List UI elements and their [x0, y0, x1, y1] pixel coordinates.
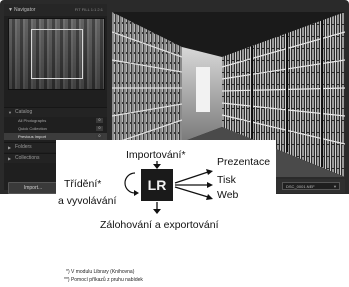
folders-title: Folders — [15, 144, 32, 150]
export-stage: Zálohování a exportování — [100, 219, 219, 231]
catalog-title: Catalog — [15, 109, 33, 115]
navigator-title: Navigator — [14, 7, 36, 13]
expand-triangle-icon[interactable]: ▶ — [8, 154, 11, 163]
catalog-item-count: 0 — [96, 118, 103, 123]
footnote-2: **) Pomocí příkazů z pruhu nabídek — [64, 277, 143, 283]
catalog-item-quick-collection[interactable]: Quick Collection 0 — [4, 125, 107, 132]
sort-stage-line2: a vyvolávání — [58, 195, 117, 207]
import-button[interactable]: Import... — [8, 182, 58, 194]
filename-value: DSC_0001.NEF — [286, 184, 315, 189]
output-slideshow: Prezentace — [217, 156, 271, 168]
output-web: Web — [217, 189, 239, 201]
chevron-down-icon[interactable]: ▼ — [333, 183, 337, 191]
expand-triangle-icon[interactable]: ▶ — [8, 143, 11, 152]
navigator-header[interactable]: ▼ Navigator FIT FILL 1:1 2:1 — [4, 4, 107, 16]
workflow-diagram: Importování* LR Třídění* a vyvolávání Pr… — [56, 140, 276, 283]
navigator-view-frame[interactable] — [31, 29, 83, 79]
collapse-triangle-icon[interactable]: ▼ — [8, 108, 12, 117]
navigator-preview[interactable] — [8, 18, 105, 90]
footnote-1: *) V modulu Library (Knihovna) — [66, 269, 135, 275]
lightroom-logo: LR — [141, 169, 173, 201]
catalog-item-all-photographs[interactable]: All Photographs 0 — [4, 117, 107, 124]
catalog-item-previous-import[interactable]: Previous Import 0 — [4, 133, 107, 140]
catalog-item-count: 0 — [96, 134, 103, 139]
catalog-item-label: Previous Import — [18, 134, 47, 139]
catalog-section-header[interactable]: ▼ Catalog — [4, 107, 107, 117]
collapse-triangle-icon[interactable]: ▼ — [8, 4, 13, 16]
catalog-item-label: Quick Collection — [18, 126, 47, 131]
navigator-zoom-options[interactable]: FIT FILL 1:1 2:1 — [75, 4, 103, 16]
sort-stage-line1: Třídění* — [64, 178, 102, 190]
collections-title: Collections — [15, 155, 40, 161]
filename-selector[interactable]: DSC_0001.NEF ▼ — [282, 182, 340, 190]
catalog-item-count: 0 — [96, 126, 103, 131]
import-stage: Importování* — [126, 149, 186, 161]
output-print: Tisk — [217, 174, 236, 186]
catalog-item-label: All Photographs — [18, 118, 47, 123]
